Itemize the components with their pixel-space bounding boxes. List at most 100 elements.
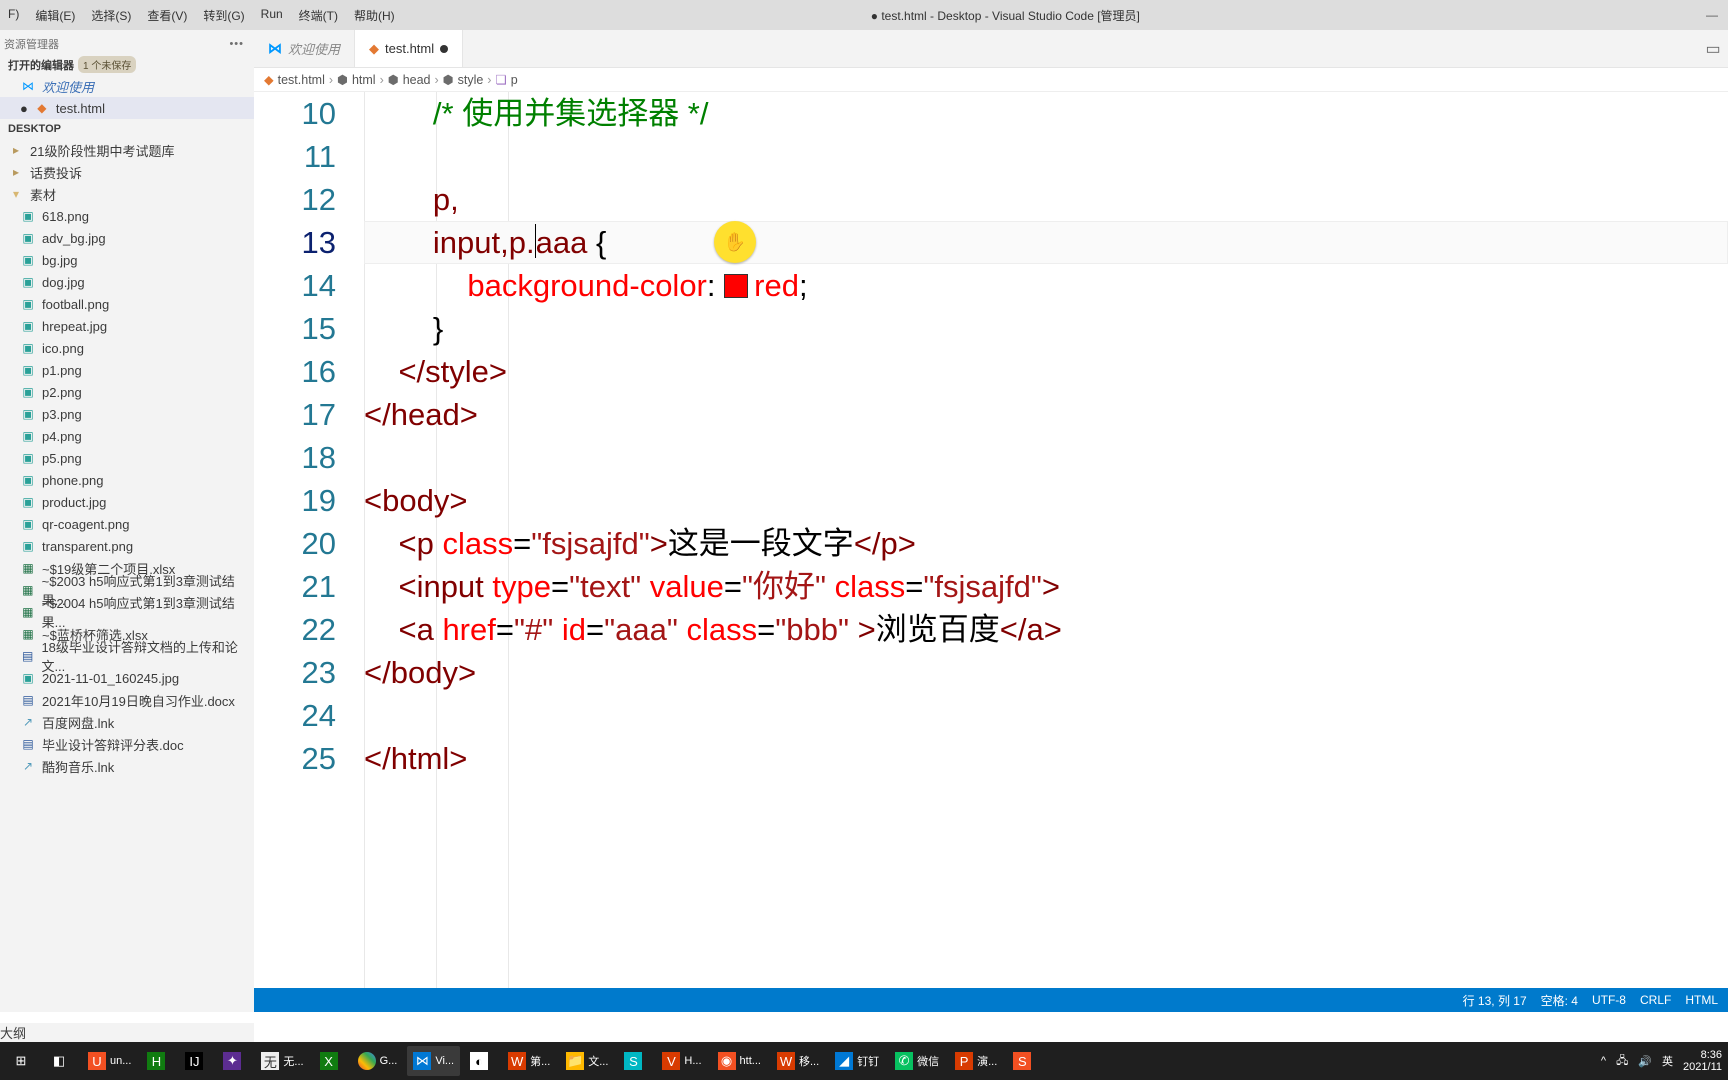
tree-item[interactable]: ▣football.png <box>0 293 254 315</box>
tab-overflow-icon[interactable]: ▭ <box>1698 30 1728 67</box>
menu-go[interactable]: 转到(G) <box>195 7 252 24</box>
menu-terminal[interactable]: 终端(T) <box>291 7 346 24</box>
img-icon: ▣ <box>20 231 36 245</box>
status-language[interactable]: HTML <box>1685 993 1718 1007</box>
code-tag: a <box>417 612 434 647</box>
status-eol[interactable]: CRLF <box>1640 993 1671 1007</box>
menu-edit[interactable]: 编辑(E) <box>27 7 83 24</box>
tree-item-label: 话费投诉 <box>30 163 82 182</box>
open-editor-welcome[interactable]: ⋈ 欢迎使用 <box>0 75 254 97</box>
tray-volume-icon[interactable]: 🔊 <box>1638 1055 1652 1068</box>
tree-item-label: 百度网盘.lnk <box>42 713 114 732</box>
tab-testhtml[interactable]: ◆ test.html <box>355 30 463 67</box>
taskbar-app[interactable]: W移... <box>771 1046 825 1076</box>
menu-selection[interactable]: 选择(S) <box>83 7 139 24</box>
taskbar-app[interactable]: H <box>141 1046 175 1076</box>
tree-item[interactable]: ▣p5.png <box>0 447 254 469</box>
open-editors-header[interactable]: 打开的编辑器 1 个未保存 <box>0 54 254 75</box>
tray-network-icon[interactable]: 🖧 <box>1616 1052 1628 1071</box>
tree-item[interactable]: ▦~$2004 h5响应式第1到3章测试结果... <box>0 601 254 623</box>
taskbar-app[interactable]: VH... <box>656 1046 707 1076</box>
tree-item[interactable]: ▣phone.png <box>0 469 254 491</box>
tree-item[interactable]: ▤18级毕业设计答辩文档的上传和论文... <box>0 645 254 667</box>
explorer-more-icon[interactable]: ••• <box>229 38 244 50</box>
tree-item[interactable]: ▣618.png <box>0 205 254 227</box>
line-gutter: 101112 131415 161718 192021 222324 25 <box>254 92 364 988</box>
taskbar-vscode[interactable]: ⋈Vi... <box>407 1046 460 1076</box>
tree-item[interactable]: ▣dog.jpg <box>0 271 254 293</box>
tray-time[interactable]: 8:36 <box>1701 1049 1722 1061</box>
breadcrumb-p[interactable]: p <box>511 73 518 87</box>
tree-item[interactable]: ▣product.jpg <box>0 491 254 513</box>
taskbar-start[interactable]: ⊞ <box>6 1046 40 1076</box>
tree-item[interactable]: ▣p1.png <box>0 359 254 381</box>
menu-file[interactable]: F) <box>0 7 27 24</box>
tree-item[interactable]: ▣ico.png <box>0 337 254 359</box>
system-tray[interactable]: ^ 🖧 🔊 英 8:36 2021/11 <box>1601 1049 1722 1073</box>
tree-item[interactable]: ▣bg.jpg <box>0 249 254 271</box>
window-controls[interactable]: — <box>1608 8 1728 22</box>
taskbar-app[interactable]: IJ <box>179 1046 213 1076</box>
taskbar-app[interactable]: ◐ <box>464 1046 498 1076</box>
breadcrumb-file[interactable]: test.html <box>278 73 325 87</box>
taskbar-app[interactable]: S <box>618 1046 652 1076</box>
tree-item-label: qr-coagent.png <box>42 517 129 532</box>
code-editor[interactable]: 101112 131415 161718 192021 222324 25 /*… <box>254 92 1728 988</box>
tree-item[interactable]: ▣transparent.png <box>0 535 254 557</box>
tree-item[interactable]: ▣hrepeat.jpg <box>0 315 254 337</box>
code-content[interactable]: /* 使用并集选择器 */ p, input,p.aaa { ✋ backgro… <box>364 92 1728 988</box>
tree-item[interactable]: ▣p2.png <box>0 381 254 403</box>
tree-item[interactable]: ▾素材 <box>0 183 254 205</box>
color-swatch-icon[interactable] <box>724 274 748 298</box>
workspace-header[interactable]: DESKTOP <box>0 119 254 139</box>
tree-item[interactable]: ▸话费投诉 <box>0 161 254 183</box>
outline-header[interactable]: 大纲 <box>0 1023 254 1042</box>
open-editor-testhtml[interactable]: ● ◆ test.html <box>0 97 254 119</box>
code-attr: class <box>442 526 513 561</box>
tab-label: 欢迎使用 <box>288 39 340 58</box>
taskbar-app[interactable]: S <box>1007 1046 1041 1076</box>
taskbar-dingtalk[interactable]: ◢钉钉 <box>829 1046 885 1076</box>
taskbar-app[interactable]: ✦ <box>217 1046 251 1076</box>
code-tag: a <box>1026 612 1043 647</box>
breadcrumb-head[interactable]: head <box>403 73 431 87</box>
taskbar-app[interactable]: 无无... <box>255 1046 309 1076</box>
taskbar-chrome[interactable]: G... <box>352 1046 404 1076</box>
tree-item[interactable]: ▸21级阶段性期中考试题库 <box>0 139 254 161</box>
code-selector: p, <box>433 182 459 217</box>
taskbar-app[interactable]: W第... <box>502 1046 556 1076</box>
tree-item[interactable]: ▣p3.png <box>0 403 254 425</box>
tray-date[interactable]: 2021/11 <box>1683 1061 1722 1073</box>
code-attr: class <box>835 569 906 604</box>
tray-ime[interactable]: 英 <box>1662 1053 1673 1069</box>
tab-welcome[interactable]: ⋈ 欢迎使用 <box>254 30 355 67</box>
menu-run[interactable]: Run <box>253 7 291 24</box>
breadcrumb-html[interactable]: html <box>352 73 376 87</box>
tree-item[interactable]: ▣qr-coagent.png <box>0 513 254 535</box>
tree-item[interactable]: ↗百度网盘.lnk <box>0 711 254 733</box>
taskbar-app[interactable]: Uun... <box>82 1046 137 1076</box>
tree-item[interactable]: ▤2021年10月19日晚自习作业.docx <box>0 689 254 711</box>
status-spaces[interactable]: 空格: 4 <box>1541 992 1578 1009</box>
taskbar-app[interactable]: X <box>314 1046 348 1076</box>
breadcrumb-style[interactable]: style <box>458 73 484 87</box>
tree-item-label: p3.png <box>42 407 82 422</box>
tree-item-label: 2021年10月19日晚自习作业.docx <box>42 691 235 710</box>
img-icon: ▣ <box>20 209 36 223</box>
taskbar-wechat[interactable]: ✆微信 <box>889 1046 945 1076</box>
taskbar-app[interactable]: ◉htt... <box>712 1046 767 1076</box>
breadcrumb[interactable]: ◆ test.html › ⬢ html › ⬢ head › ⬢ style … <box>254 68 1728 92</box>
menu-view[interactable]: 查看(V) <box>139 7 195 24</box>
tree-item[interactable]: ▣p4.png <box>0 425 254 447</box>
tree-item[interactable]: ↗酷狗音乐.lnk <box>0 755 254 777</box>
taskbar-app[interactable]: P演... <box>949 1046 1003 1076</box>
menu-help[interactable]: 帮助(H) <box>346 7 403 24</box>
taskbar-taskview[interactable]: ◧ <box>44 1046 78 1076</box>
taskbar-app[interactable]: 📁文... <box>560 1046 614 1076</box>
tree-item[interactable]: ▣adv_bg.jpg <box>0 227 254 249</box>
tree-item[interactable]: ▤毕业设计答辩评分表.doc <box>0 733 254 755</box>
status-ln-col[interactable]: 行 13, 列 17 <box>1463 992 1527 1009</box>
tray-up-icon[interactable]: ^ <box>1601 1055 1606 1067</box>
tree-item-label: phone.png <box>42 473 103 488</box>
status-encoding[interactable]: UTF-8 <box>1592 993 1626 1007</box>
